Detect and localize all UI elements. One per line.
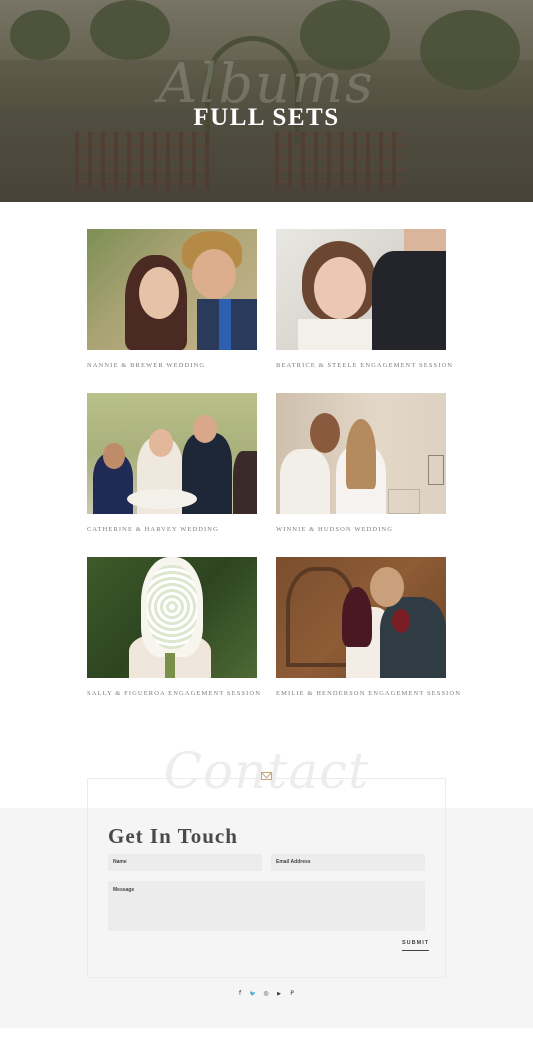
photo-figure <box>165 653 175 678</box>
facebook-icon[interactable]: f <box>235 989 245 999</box>
album-photo[interactable] <box>87 557 257 678</box>
photo-figure <box>392 609 410 633</box>
photo-figure <box>428 455 444 485</box>
photo-figure <box>280 449 330 514</box>
message-field[interactable]: Message <box>108 881 425 931</box>
envelope-icon <box>261 772 272 780</box>
album-photo[interactable] <box>87 229 257 350</box>
photo-figure <box>380 597 446 678</box>
instagram-icon[interactable]: ◎ <box>261 989 271 999</box>
album-caption[interactable]: WINNIE & HUDSON WEDDING <box>276 526 446 533</box>
submit-button[interactable]: SUBMIT <box>402 940 430 951</box>
name-field[interactable]: Name <box>108 854 262 871</box>
album-caption[interactable]: NANNIE & BREWER WEDDING <box>87 362 257 369</box>
album-caption[interactable]: EMILIE & HENDERSON ENGAGEMENT SESSION <box>276 690 460 697</box>
photo-figure <box>219 299 231 350</box>
photo-figure <box>233 451 257 514</box>
photo-figure <box>127 489 197 509</box>
contact-form-box <box>87 778 446 978</box>
photo-figure <box>342 587 372 647</box>
photo-figure <box>193 415 217 443</box>
photo-figure <box>372 251 446 350</box>
album-photo[interactable] <box>87 393 257 514</box>
email-field-placeholder: Email Address <box>276 859 311 865</box>
page-bottom <box>0 1028 533 1055</box>
photo-figure <box>103 443 125 469</box>
album-card[interactable]: WINNIE & HUDSON WEDDING <box>276 393 446 533</box>
album-card[interactable]: NANNIE & BREWER WEDDING <box>87 229 257 369</box>
hero-banner: Albums FULL SETS <box>0 0 533 202</box>
photo-figure <box>346 419 376 489</box>
album-card[interactable]: BEATRICE & STEELE ENGAGEMENT SESSION <box>276 229 452 369</box>
message-field-placeholder: Message <box>113 887 135 893</box>
name-field-placeholder: Name <box>113 859 127 865</box>
photo-figure <box>314 257 366 319</box>
photo-figure <box>149 429 173 457</box>
album-photo[interactable] <box>276 229 446 350</box>
page-title: FULL SETS <box>193 104 340 131</box>
youtube-icon[interactable]: ▶ <box>274 989 284 999</box>
album-card[interactable]: SALLY & FIGUEROA ENGAGEMENT SESSION <box>87 557 260 697</box>
pinterest-icon[interactable]: P <box>287 989 297 999</box>
photo-figure <box>298 319 378 350</box>
album-photo[interactable] <box>276 557 446 678</box>
contact-heading: Get In Touch <box>108 824 238 848</box>
album-photo[interactable] <box>276 393 446 514</box>
album-card[interactable]: CATHERINE & HARVEY WEDDING <box>87 393 257 533</box>
album-caption[interactable]: CATHERINE & HARVEY WEDDING <box>87 526 257 533</box>
photo-figure <box>310 413 340 453</box>
photo-figure <box>147 565 197 649</box>
photo-figure <box>139 267 179 319</box>
twitter-icon[interactable]: 🐦 <box>248 989 258 999</box>
album-caption[interactable]: BEATRICE & STEELE ENGAGEMENT SESSION <box>276 362 452 369</box>
photo-figure <box>370 567 404 607</box>
album-card[interactable]: EMILIE & HENDERSON ENGAGEMENT SESSION <box>276 557 460 697</box>
photo-figure <box>388 489 420 514</box>
email-field[interactable]: Email Address <box>271 854 425 871</box>
album-caption[interactable]: SALLY & FIGUEROA ENGAGEMENT SESSION <box>87 690 260 697</box>
photo-figure <box>192 249 236 299</box>
